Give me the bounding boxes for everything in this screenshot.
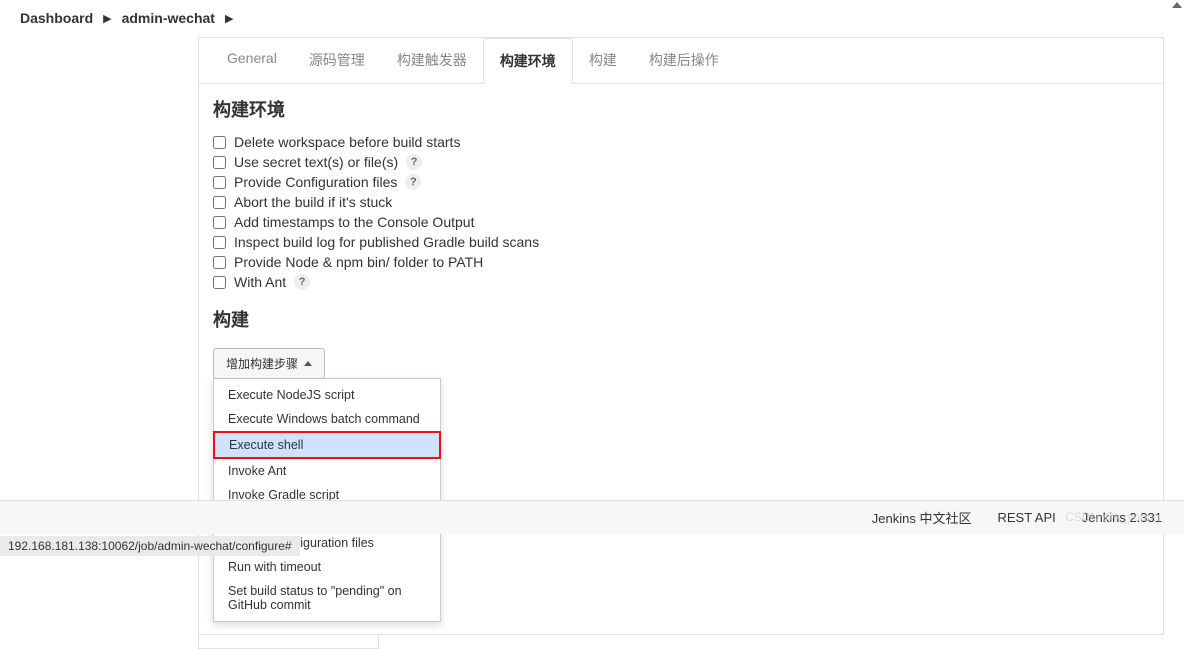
page-footer: Jenkins 中文社区 REST API Jenkins 2.331 [0,500,1184,534]
status-bar-url: 192.168.181.138:10062/job/admin-wechat/c… [0,536,300,556]
footer-rest-api-link[interactable]: REST API [997,510,1055,525]
build-step-option[interactable]: Execute shell [213,431,441,459]
breadcrumb: Dashboard ▶ admin-wechat ▶ [0,0,1184,37]
breadcrumb-dashboard[interactable]: Dashboard [20,10,93,26]
env-option-checkbox[interactable] [213,236,226,249]
watermark-text: CSDN @k_young [1065,510,1160,524]
config-card: General 源码管理 构建触发器 构建环境 构建 构建后操作 构建环境 De… [198,37,1164,635]
env-option-label: With Ant [234,274,286,290]
config-tabs: General 源码管理 构建触发器 构建环境 构建 构建后操作 [199,38,1163,84]
build-step-option[interactable]: Execute NodeJS script [214,383,440,407]
footer-community-link[interactable]: Jenkins 中文社区 [872,508,972,527]
collapsed-panel [198,635,379,649]
env-option: With Ant? [213,272,1149,292]
tab-post-build[interactable]: 构建后操作 [633,38,735,83]
tab-build[interactable]: 构建 [573,38,633,83]
tab-scm[interactable]: 源码管理 [293,38,381,83]
env-option-checkbox[interactable] [213,156,226,169]
build-step-option[interactable]: Set build status to "pending" on GitHub … [214,579,440,617]
add-build-step-label: 增加构建步骤 [226,355,298,372]
build-env-heading: 构建环境 [213,96,1149,122]
env-option-label: Add timestamps to the Console Output [234,214,474,230]
build-step-option[interactable]: Invoke Ant [214,459,440,483]
scroll-up-icon[interactable] [1172,2,1182,8]
build-step-option[interactable]: Execute Windows batch command [214,407,440,431]
build-heading: 构建 [213,306,1149,332]
env-option-checkbox[interactable] [213,176,226,189]
env-option: Delete workspace before build starts [213,132,1149,152]
env-option: Inspect build log for published Gradle b… [213,232,1149,252]
env-option-label: Delete workspace before build starts [234,134,460,150]
tab-build-env[interactable]: 构建环境 [483,38,573,84]
add-build-step-button[interactable]: 增加构建步骤 [213,348,325,379]
chevron-right-icon: ▶ [103,12,111,25]
build-env-section: 构建环境 Delete workspace before build start… [199,84,1163,304]
env-option: Use secret text(s) or file(s)? [213,152,1149,172]
breadcrumb-job[interactable]: admin-wechat [122,10,215,26]
build-step-option[interactable]: Run with timeout [214,555,440,579]
build-section: 构建 增加构建步骤 Execute NodeJS scriptExecute W… [199,304,1163,634]
env-option: Abort the build if it's stuck [213,192,1149,212]
tab-general[interactable]: General [211,38,293,83]
env-option: Add timestamps to the Console Output [213,212,1149,232]
env-option-label: Inspect build log for published Gradle b… [234,234,539,250]
env-option-label: Provide Configuration files [234,174,397,190]
chevron-right-icon: ▶ [225,12,233,25]
env-option-checkbox[interactable] [213,216,226,229]
env-option-label: Use secret text(s) or file(s) [234,154,398,170]
env-option-checkbox[interactable] [213,196,226,209]
help-icon[interactable]: ? [406,154,422,170]
env-option-checkbox[interactable] [213,136,226,149]
help-icon[interactable]: ? [294,274,310,290]
env-option-label: Abort the build if it's stuck [234,194,392,210]
env-option: Provide Node & npm bin/ folder to PATH [213,252,1149,272]
env-option: Provide Configuration files? [213,172,1149,192]
tab-triggers[interactable]: 构建触发器 [381,38,483,83]
env-option-checkbox[interactable] [213,256,226,269]
env-option-label: Provide Node & npm bin/ folder to PATH [234,254,483,270]
caret-up-icon [304,361,312,366]
help-icon[interactable]: ? [405,174,421,190]
env-option-checkbox[interactable] [213,276,226,289]
